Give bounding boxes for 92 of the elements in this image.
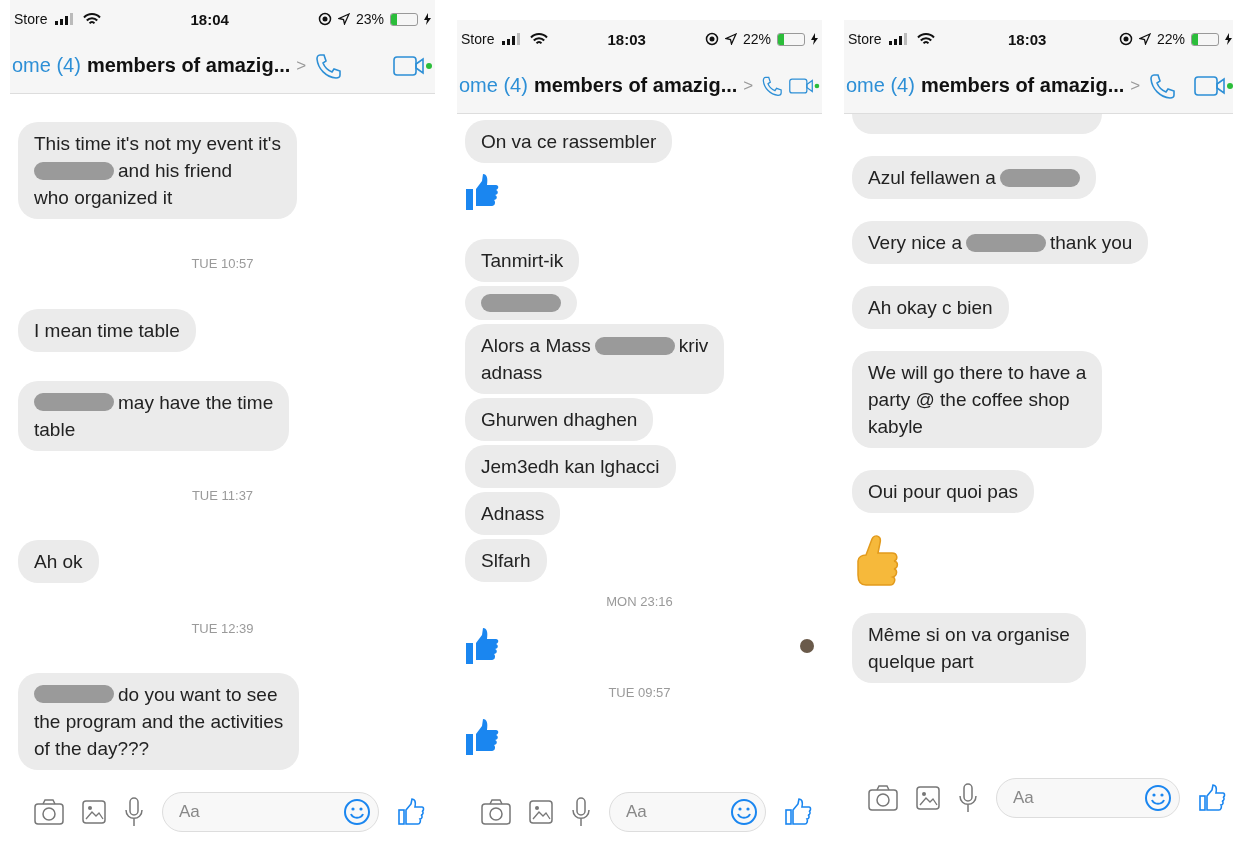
message-text: Ah ok [34, 550, 83, 575]
message-text: thank you [1050, 231, 1133, 255]
message-text: Ah okay c bien [868, 296, 993, 320]
battery-icon [1191, 32, 1219, 46]
camera-icon[interactable] [481, 799, 511, 825]
battery-percent: 22% [742, 31, 771, 47]
thumbs-up-icon [465, 718, 499, 756]
phone-call-icon[interactable] [1148, 71, 1177, 100]
smiley-icon[interactable] [1144, 784, 1172, 812]
thumbs-up-icon[interactable] [397, 798, 425, 826]
microphone-icon[interactable] [571, 797, 591, 827]
message-text: of the day??? [34, 736, 150, 761]
chat-title[interactable]: members of amazig... [920, 74, 1125, 97]
message-input[interactable]: Aa [162, 792, 379, 832]
clock-time: 18:04 [189, 10, 230, 28]
microphone-icon[interactable] [124, 797, 144, 827]
timestamp: TUE 09:57 [608, 685, 671, 700]
battery-icon [777, 32, 805, 46]
carrier-name: Store [461, 31, 495, 47]
camera-icon[interactable] [868, 785, 898, 811]
message-input[interactable]: Aa [609, 792, 766, 832]
smiley-icon[interactable] [343, 798, 371, 826]
camera-icon[interactable] [34, 799, 64, 825]
message-text: Azul fellawen a [868, 166, 996, 190]
message-text: I mean time table [34, 318, 180, 343]
message-text: Oui pour quoi pas [868, 480, 1018, 504]
microphone-icon[interactable] [958, 783, 978, 813]
message-text: Ghurwen dhaghen [481, 408, 638, 432]
message-text: who organized it [34, 186, 173, 210]
back-link[interactable]: ome (4) [846, 74, 915, 97]
carrier-name: Store [848, 31, 882, 47]
back-link[interactable]: ome (4) [459, 74, 528, 97]
image-icon[interactable] [82, 800, 106, 824]
message-text: and his friend [118, 159, 233, 183]
rotation-lock-icon [317, 12, 332, 26]
video-call-icon[interactable] [1194, 73, 1233, 98]
clock-time: 18:03 [606, 30, 647, 48]
message-text: do you want to see [118, 682, 278, 707]
wifi-icon [917, 32, 936, 46]
charging-icon [1225, 33, 1232, 45]
timestamp: MON 23:16 [606, 594, 673, 609]
thumbs-up-icon[interactable] [1198, 784, 1226, 812]
message-text: may have the time [118, 390, 274, 415]
timestamp: TUE 11:37 [191, 488, 254, 504]
location-arrow-icon [724, 33, 737, 45]
message-text: This time it's not my event it's [34, 132, 281, 156]
timestamp: TUE 10:57 [191, 256, 254, 272]
chevron-glyph[interactable]: > [296, 55, 307, 76]
message-text: quelque part [868, 650, 974, 674]
message-text: Adnass [481, 502, 545, 526]
image-icon[interactable] [916, 786, 940, 810]
message-text: kriv [678, 334, 709, 358]
back-link[interactable]: ome (4) [12, 54, 81, 77]
battery-icon [390, 12, 418, 26]
message-text: Alors a Mass [481, 334, 591, 358]
message-text: Very nice a [868, 231, 962, 255]
video-call-icon[interactable] [393, 53, 433, 78]
message-text: Slfarh [481, 549, 531, 573]
battery-percent: 23% [355, 11, 384, 27]
image-icon[interactable] [529, 800, 553, 824]
message-text: table [34, 417, 76, 442]
message-text: We will go there to have a [868, 361, 1087, 385]
message-text: adnass [481, 361, 543, 385]
clock-time: 18:03 [1007, 30, 1048, 48]
rotation-lock-icon [1118, 32, 1133, 46]
message-text: party @ the coffee shop [868, 388, 1070, 412]
rotation-lock-icon [704, 32, 719, 46]
chevron-glyph[interactable]: > [1130, 75, 1141, 96]
message-text: On va ce rassembler [481, 130, 657, 154]
battery-percent: 22% [1156, 31, 1185, 47]
timestamp: TUE 12:39 [191, 620, 254, 636]
chat-title[interactable]: members of amazig... [533, 74, 738, 97]
thumbs-up-icon[interactable] [784, 798, 812, 826]
chevron-glyph[interactable]: > [743, 75, 754, 96]
carrier-name: Store [14, 11, 48, 27]
thumbs-up-icon [465, 627, 499, 665]
thumbs-up-icon [465, 173, 499, 211]
message-text: Jem3edh kan lghacci [481, 455, 660, 479]
phone-call-icon[interactable] [314, 51, 343, 80]
location-arrow-icon [1138, 33, 1151, 45]
location-arrow-icon [337, 13, 350, 25]
wifi-icon [83, 12, 102, 26]
charging-icon [811, 33, 818, 45]
chat-title[interactable]: members of amazig... [86, 54, 291, 77]
message-text: Même si on va organise [868, 623, 1070, 647]
wifi-icon [530, 32, 549, 46]
message-text: Tanmirt-ik [481, 249, 564, 273]
message-text: kabyle [868, 415, 923, 439]
message-text: the program and the activities [34, 709, 284, 734]
charging-icon [424, 13, 431, 25]
message-input[interactable]: Aa [996, 778, 1180, 818]
smiley-icon[interactable] [730, 798, 758, 826]
